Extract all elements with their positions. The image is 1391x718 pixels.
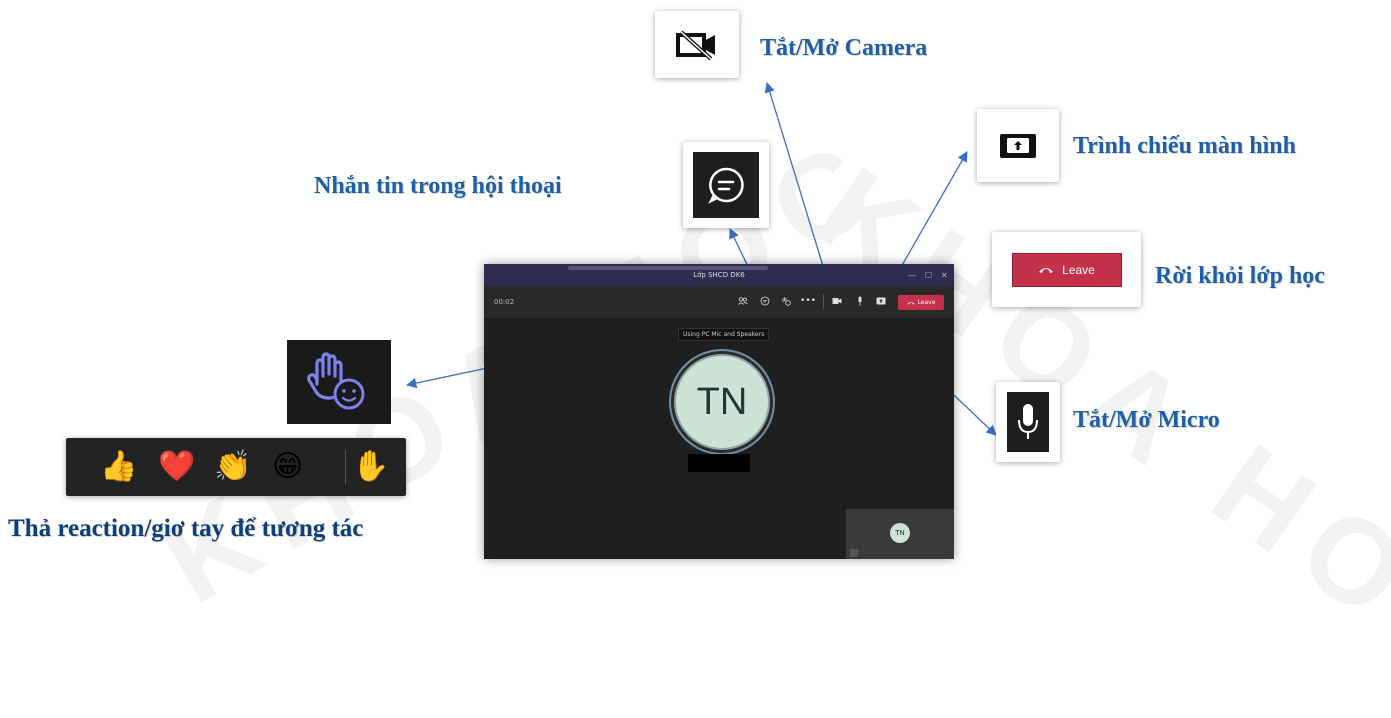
- participants-icon[interactable]: [736, 294, 750, 308]
- share-screen-icon: [1000, 133, 1036, 158]
- more-options-icon[interactable]: •••: [800, 294, 816, 308]
- micro-callout: [996, 382, 1060, 462]
- self-view-indicator: [850, 549, 858, 557]
- self-avatar: TN: [890, 523, 910, 543]
- chat-bubble-icon: [708, 167, 744, 204]
- meeting-timer: 00:02: [494, 298, 515, 306]
- label-micro: Tắt/Mở Micro: [1073, 407, 1220, 433]
- chat-icon[interactable]: [758, 294, 772, 308]
- reaction-laugh-icon[interactable]: 😁: [272, 448, 303, 486]
- reactions-bar: 👍 ❤️ 👏 😁 ✋: [66, 438, 406, 496]
- leave-preview-label: Leave: [1062, 262, 1095, 277]
- meeting-toolbar: 00:02 ••• Leave: [484, 286, 954, 318]
- titlebar-scroll: [568, 266, 768, 270]
- reactions-icon-callout: [287, 340, 391, 424]
- reaction-like-icon[interactable]: 👍: [100, 448, 137, 486]
- maximize-button[interactable]: ☐: [925, 271, 932, 280]
- share-screen-toggle-icon[interactable]: [874, 294, 888, 308]
- label-leave: Rời khỏi lớp học: [1155, 263, 1325, 289]
- microphone-toggle-icon[interactable]: [853, 294, 867, 308]
- leave-callout: Leave: [992, 232, 1141, 307]
- microphone-icon: [1018, 404, 1038, 439]
- label-chat: Nhắn tin trong hội thoại: [314, 173, 562, 199]
- leave-button-preview: Leave: [1011, 252, 1122, 287]
- reactions-icon[interactable]: [779, 294, 793, 308]
- raise-hand-icon[interactable]: ✋: [352, 448, 389, 486]
- reaction-applause-icon[interactable]: 👏: [214, 448, 251, 486]
- camera-callout: [655, 11, 739, 78]
- leave-button[interactable]: Leave: [898, 295, 944, 310]
- window-title: Lớp SHCD DK6: [693, 271, 745, 279]
- camera-off-icon: [676, 30, 715, 60]
- participant-avatar: TN: [674, 354, 770, 450]
- minimize-button[interactable]: —: [908, 271, 916, 280]
- toolbar-divider: [823, 294, 824, 309]
- hangup-icon: [1039, 267, 1054, 273]
- hangup-icon-small: [907, 301, 915, 304]
- leave-button-label: Leave: [917, 299, 936, 306]
- self-view-tile: TN: [846, 509, 954, 559]
- label-camera: Tắt/Mở Camera: [760, 35, 928, 61]
- camera-toggle-icon[interactable]: [830, 294, 844, 308]
- label-reaction: Thả reaction/giơ tay để tương tác: [8, 515, 364, 542]
- raise-hand-smile-icon: [307, 352, 365, 410]
- reaction-heart-icon[interactable]: ❤️: [158, 448, 195, 486]
- close-button[interactable]: ✕: [941, 271, 948, 280]
- audio-tooltip: Using PC Mic and Speakers: [678, 328, 770, 341]
- share-callout: [977, 109, 1059, 182]
- window-titlebar: Lớp SHCD DK6 — ☐ ✕: [484, 264, 954, 286]
- teams-meeting-window: Lớp SHCD DK6 — ☐ ✕ 00:02 ••• Leave Using…: [484, 264, 954, 559]
- chat-callout: [683, 142, 769, 228]
- reactions-divider: [345, 450, 346, 484]
- participant-name-redacted: [688, 454, 750, 472]
- label-share: Trình chiếu màn hình: [1073, 133, 1296, 159]
